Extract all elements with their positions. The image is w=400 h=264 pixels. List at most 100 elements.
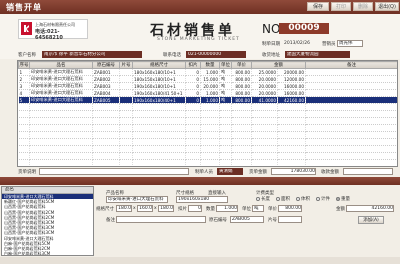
table-cell[interactable]: 2 <box>18 75 30 83</box>
table-cell[interactable]: 20000.00 <box>277 68 306 76</box>
table-cell[interactable] <box>277 110 306 118</box>
table-cell[interactable] <box>18 138 30 146</box>
customer-name-field[interactable]: 南京市 徐平 新晋华石材分公司 <box>42 51 142 58</box>
col-header[interactable]: 数量 <box>200 61 220 69</box>
table-cell[interactable] <box>200 131 220 139</box>
table-cell[interactable] <box>231 145 252 153</box>
table-cell[interactable] <box>29 131 93 139</box>
table-cell[interactable]: 800.00 <box>231 89 252 97</box>
table-cell[interactable]: 1.000 <box>200 96 220 104</box>
table-cell[interactable] <box>251 117 278 125</box>
table-cell[interactable] <box>29 145 93 153</box>
table-cell[interactable]: 20.000 <box>200 82 220 90</box>
table-cell[interactable] <box>29 103 93 111</box>
table-cell[interactable]: ZAB001 <box>92 68 120 76</box>
table-cell[interactable] <box>231 117 252 125</box>
unit-field[interactable]: 吨 <box>252 205 264 212</box>
table-cell[interactable] <box>119 103 133 111</box>
table-cell[interactable]: 0 <box>185 75 201 83</box>
address-field[interactable]: 建国大厦物流园 <box>285 51 350 58</box>
table-cell[interactable] <box>231 103 252 111</box>
table-cell[interactable] <box>92 117 120 125</box>
table-row[interactable] <box>18 117 397 125</box>
table-cell[interactable] <box>219 131 232 139</box>
table-cell[interactable] <box>305 103 397 111</box>
qty-field[interactable]: 1.000 <box>216 205 238 212</box>
table-cell[interactable]: 42160.00 <box>277 96 306 104</box>
table-cell[interactable]: 20.0000 <box>251 82 278 90</box>
table-cell[interactable] <box>277 124 306 132</box>
table-cell[interactable]: 16000.00 <box>277 89 306 97</box>
table-row[interactable]: 1 印安啡米黄-进口大理石荒料 ZAB001 180x160x180/10+1 0 1.0… <box>18 68 397 76</box>
product-list-item[interactable]: 白麻-国产花岗岩荒料3CM <box>2 251 93 255</box>
col-header[interactable]: 单位 <box>219 61 232 69</box>
phone-field[interactable]: 021-00000000 <box>186 51 246 58</box>
delete-button[interactable]: 删除 <box>353 2 373 11</box>
table-cell[interactable] <box>119 89 133 97</box>
table-cell[interactable]: 1 <box>18 68 30 76</box>
date-value[interactable]: 2013/02/26 <box>284 41 310 46</box>
item-remark-field[interactable] <box>116 216 206 223</box>
table-cell[interactable] <box>18 117 30 125</box>
table-cell[interactable] <box>132 117 186 125</box>
table-cell[interactable] <box>92 159 120 166</box>
table-cell[interactable] <box>18 159 30 166</box>
table-cell[interactable] <box>92 138 120 146</box>
table-cell[interactable] <box>29 138 93 146</box>
table-cell[interactable] <box>219 145 232 153</box>
table-cell[interactable] <box>200 145 220 153</box>
table-cell[interactable] <box>119 138 133 146</box>
table-cell[interactable]: 25.0000 <box>251 68 278 76</box>
table-cell[interactable]: 吨 <box>219 96 232 104</box>
table-cell[interactable]: ZAB005 <box>92 96 120 104</box>
table-row[interactable] <box>18 103 397 111</box>
table-cell[interactable] <box>92 124 120 132</box>
table-cell[interactable] <box>29 152 93 160</box>
table-cell[interactable] <box>119 96 133 104</box>
table-cell[interactable] <box>277 152 306 160</box>
col-header[interactable]: 扣片 <box>185 61 201 69</box>
table-cell[interactable] <box>185 110 201 118</box>
table-cell[interactable] <box>185 117 201 125</box>
col-header[interactable]: 原石编号 <box>92 61 120 69</box>
table-cell[interactable]: 20.0000 <box>251 89 278 97</box>
table-cell[interactable] <box>277 131 306 139</box>
table-cell[interactable]: 41.0000 <box>251 96 278 104</box>
table-cell[interactable]: 800.00 <box>231 75 252 83</box>
table-cell[interactable] <box>251 103 278 111</box>
table-cell[interactable] <box>119 131 133 139</box>
table-cell[interactable] <box>305 82 397 90</box>
table-cell[interactable]: 5 <box>18 96 30 104</box>
col-header[interactable]: 备注 <box>305 61 397 69</box>
col-header[interactable]: 单价 <box>231 61 252 69</box>
table-cell[interactable] <box>277 103 306 111</box>
print-button[interactable]: 打印 <box>331 2 351 11</box>
table-cell[interactable] <box>251 152 278 160</box>
table-cell[interactable] <box>119 124 133 132</box>
table-cell[interactable]: 印安啡米黄-进口大理石荒料 <box>29 96 93 104</box>
table-cell[interactable] <box>251 138 278 146</box>
table-cell[interactable] <box>185 159 201 166</box>
table-cell[interactable] <box>92 131 120 139</box>
table-cell[interactable] <box>219 159 232 166</box>
table-cell[interactable] <box>18 110 30 118</box>
table-row[interactable] <box>18 131 397 139</box>
table-cell[interactable] <box>277 138 306 146</box>
table-cell[interactable] <box>305 96 397 104</box>
table-cell[interactable] <box>119 82 133 90</box>
maker-field[interactable]: 黄清娟 <box>217 168 243 175</box>
table-cell[interactable] <box>18 152 30 160</box>
table-cell[interactable] <box>18 124 30 132</box>
table-cell[interactable]: 800.00 <box>231 82 252 90</box>
table-cell[interactable]: 吨 <box>219 89 232 97</box>
table-cell[interactable]: 印安啡米黄-进口大理石荒料 <box>29 68 93 76</box>
product-name-field[interactable]: 印安啡米黄-进口大理石荒料 <box>106 196 168 203</box>
table-cell[interactable] <box>29 117 93 125</box>
table-cell[interactable] <box>200 103 220 111</box>
table-cell[interactable] <box>305 152 397 160</box>
table-cell[interactable] <box>185 138 201 146</box>
col-header[interactable]: 金额 <box>251 61 306 69</box>
table-cell[interactable] <box>231 138 252 146</box>
table-cell[interactable] <box>305 159 397 166</box>
price-field[interactable]: 800.00 <box>278 205 302 212</box>
